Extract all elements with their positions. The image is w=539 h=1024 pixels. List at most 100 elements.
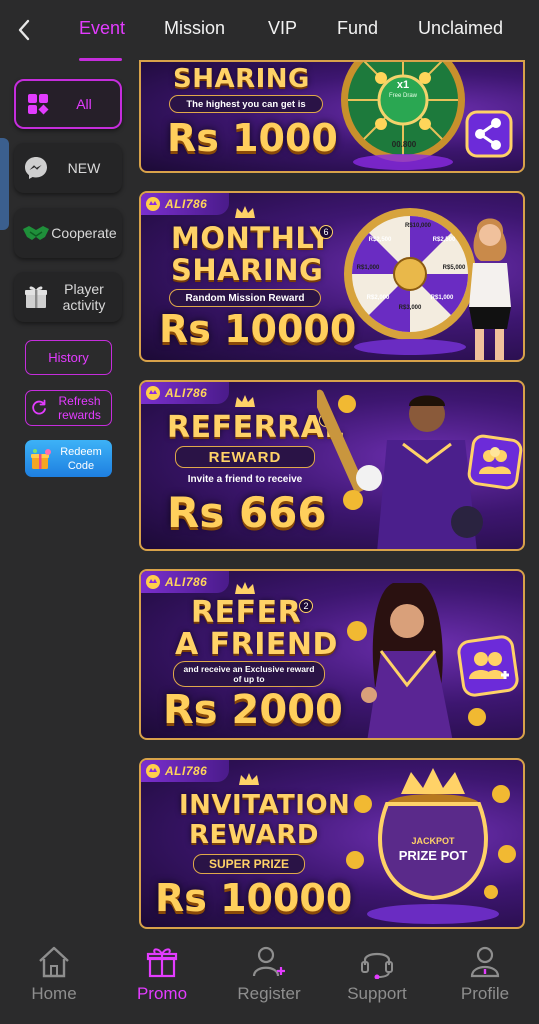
gift-icon xyxy=(22,283,50,311)
tab-fund[interactable]: Fund xyxy=(337,18,378,39)
brand-badge: ALI786 xyxy=(141,382,229,404)
crown-icon xyxy=(239,773,259,785)
banner-monthly-headline-1: MONTHLY xyxy=(171,221,332,255)
brand-name: ALI786 xyxy=(165,386,208,400)
banner-monthly-sharing[interactable]: ALI786 MONTHLY SHARING 6 Random Mission … xyxy=(139,191,525,362)
banner-refer-a-friend[interactable]: ALI786 REFER 2 A FRIEND and receive an E… xyxy=(139,569,525,740)
banner-referral-subtitle-2: Invite a friend to receive xyxy=(187,474,303,485)
tab-unclaimed[interactable]: Unclaimed xyxy=(418,18,503,39)
wheel-value-7: R$1,000 xyxy=(356,265,380,271)
history-label: History xyxy=(48,350,89,365)
nav-register-label: Register xyxy=(237,984,301,1003)
badge-number: 6 xyxy=(319,225,333,239)
banner-referral-amount: Rs 666 xyxy=(167,488,327,537)
nav-home[interactable]: Home xyxy=(4,944,104,1004)
nav-support-label: Support xyxy=(347,984,407,1003)
wheel-value-4: R$1,000 xyxy=(430,295,454,301)
brand-logo-icon xyxy=(146,764,160,778)
back-button[interactable] xyxy=(8,14,40,46)
gift-box-icon xyxy=(31,448,51,469)
home-icon xyxy=(34,944,74,980)
wheel-bottom-label: 00.800 xyxy=(391,140,417,149)
banner-sharing[interactable]: SHARING The highest you can get is Rs 10… xyxy=(139,60,525,173)
wheel-value-6: R$2,000 xyxy=(366,295,390,301)
handshake-icon xyxy=(22,219,50,247)
profile-icon xyxy=(465,944,505,980)
gift-icon xyxy=(142,944,182,980)
crown-icon xyxy=(235,206,255,218)
refresh-icon xyxy=(32,399,46,415)
add-friend-icon xyxy=(457,635,519,697)
brand-badge: ALI786 xyxy=(141,193,229,215)
brand-name: ALI786 xyxy=(165,197,208,211)
banner-referral-reward[interactable]: ALI786 REFERRAL 1 REWARD Invite a friend… xyxy=(139,380,525,551)
banner-invitation-headline-1: INVITATION xyxy=(179,790,351,820)
category-new-label: NEW xyxy=(67,160,101,176)
banner-refer-headline-1: REFER xyxy=(191,595,302,630)
nav-support[interactable]: Support xyxy=(327,944,427,1004)
wheel-value-5: R$3,000 xyxy=(398,305,422,311)
user-plus-icon xyxy=(249,944,289,980)
wheel-center-sublabel: Free Draw xyxy=(388,93,417,99)
banner-referral-subtitle: REWARD xyxy=(175,446,315,468)
brand-badge: ALI786 xyxy=(141,760,229,782)
category-player-activity-label: Player activity xyxy=(62,281,106,313)
tab-event[interactable]: Event xyxy=(79,18,125,39)
banner-sharing-subtitle: The highest you can get is xyxy=(169,95,323,113)
sidebar-scroll-indicator xyxy=(0,138,9,230)
brand-logo-icon xyxy=(146,197,160,211)
banner-refer-subtitle: and receive an Exclusive reward of up to xyxy=(173,661,325,687)
top-tab-bar: Event Mission VIP Fund Unclaimed xyxy=(0,0,539,62)
wheel-value-8: R$2,500 xyxy=(368,237,392,243)
tab-mission[interactable]: Mission xyxy=(164,18,225,39)
brand-logo-icon xyxy=(146,386,160,400)
category-new[interactable]: NEW xyxy=(14,143,122,193)
nav-profile[interactable]: Profile xyxy=(435,944,535,1004)
prize-wheel-icon xyxy=(341,62,465,170)
cricketer-figure xyxy=(317,389,483,549)
banner-invitation-subtitle: SUPER PRIZE xyxy=(193,854,305,874)
banner-monthly-headline-2: SHARING xyxy=(171,253,324,287)
nav-register[interactable]: Register xyxy=(219,944,319,1004)
category-cooperate-label: Cooperate xyxy=(51,225,117,241)
refresh-rewards-button[interactable]: Refresh rewards xyxy=(25,390,112,426)
redeem-code-button[interactable]: Redeem Code xyxy=(25,440,112,477)
hostess-figure xyxy=(469,218,511,360)
banner-refer-amount: Rs 2000 xyxy=(163,687,343,733)
category-all[interactable]: All xyxy=(14,79,122,129)
crown-icon xyxy=(235,582,255,594)
banner-sharing-amount: Rs 1000 xyxy=(167,116,338,160)
tab-vip[interactable]: VIP xyxy=(268,18,297,39)
banner-monthly-subtitle: Random Mission Reward xyxy=(169,289,321,307)
headset-icon xyxy=(357,944,397,980)
active-tab-indicator xyxy=(79,58,122,61)
badge-number: 2 xyxy=(299,599,313,613)
wheel-value-1: R$10,000 xyxy=(404,223,432,229)
category-cooperate[interactable]: Cooperate xyxy=(14,208,122,258)
banner-invitation-reward[interactable]: ALI786 INVITATION REWARD SUPER PRIZE Rs … xyxy=(139,758,525,929)
chevron-left-icon xyxy=(18,19,30,41)
banner-invitation-headline-2: REWARD xyxy=(189,820,320,850)
group-icon xyxy=(467,434,523,490)
banner-sharing-headline: SHARING xyxy=(173,64,310,94)
brand-badge: ALI786 xyxy=(141,571,229,593)
redeem-code-label: Redeem Code xyxy=(60,445,102,472)
banner-monthly-amount: Rs 10000 xyxy=(159,307,357,351)
wheel-center-label: x1 xyxy=(396,79,410,91)
promo-screen: { "header": { "tabs": [ {"label": "Event… xyxy=(0,0,539,1024)
nav-promo-label: Promo xyxy=(136,984,188,1003)
nav-profile-label: Profile xyxy=(460,984,510,1003)
history-button[interactable]: History xyxy=(25,340,112,375)
nav-promo[interactable]: Promo xyxy=(112,944,212,1004)
banner-invitation-amount: Rs 10000 xyxy=(155,876,353,920)
brand-name: ALI786 xyxy=(165,764,208,778)
bottom-navigation: Home Promo Register Support Profile xyxy=(0,930,539,1024)
share-icon xyxy=(465,110,513,158)
category-player-activity[interactable]: Player activity xyxy=(14,272,122,322)
banner-refer-headline-2: A FRIEND xyxy=(175,627,338,662)
jackpot-label: JACKPOT xyxy=(411,836,455,846)
grid-icon xyxy=(24,90,52,118)
category-all-label: All xyxy=(76,96,92,112)
nav-home-label: Home xyxy=(31,984,77,1003)
refresh-rewards-label: Refresh rewards xyxy=(58,394,101,422)
